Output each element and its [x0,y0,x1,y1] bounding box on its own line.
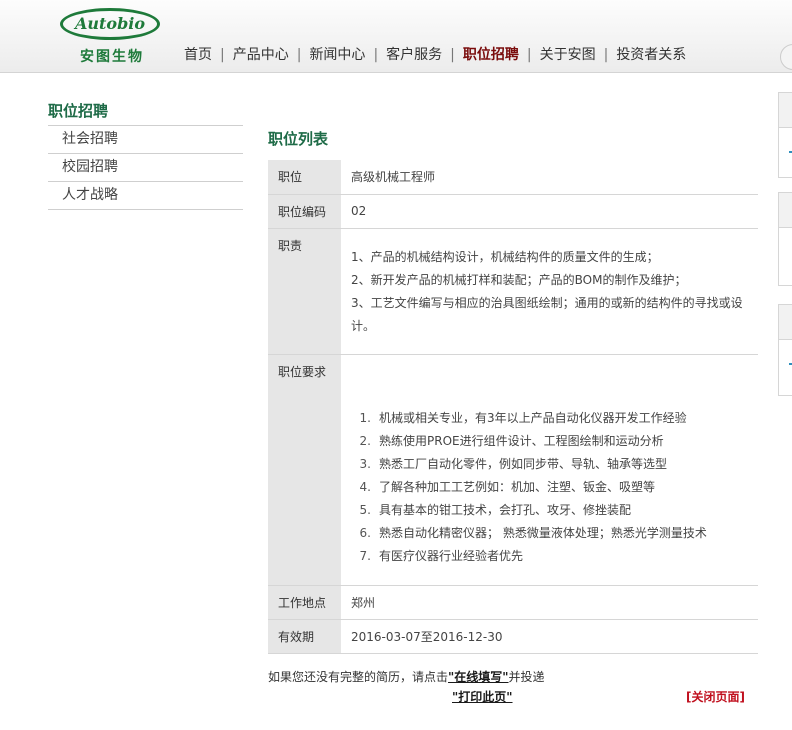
requirements-list: 1. 机械或相关专业，有3年以上产品自动化仪器开发工作经验 2. 熟练使用PROE进… [351,407,758,568]
sidebar-menu: 社会招聘 校园招聘 人才战略 [48,125,243,210]
duties-cell: 1、产品的机械结构设计，机械结构件的质量文件的生成； 2、新开发产品的机械打样和… [341,228,758,355]
resume-suffix: 并投递 [508,670,545,684]
list-item: 7. 有医疗仪器行业经验者优先 [359,548,524,563]
code-value: 02 [341,194,758,229]
validity-value: 2016-03-07至2016-12-30 [341,619,758,654]
list-item: 6. 熟悉自动化精密仪器； 熟悉微量液体处理；熟悉光学测量技术 [359,525,707,540]
nav-careers[interactable]: 职位招聘 [455,44,527,66]
row-label: 职位 [268,160,341,195]
search-icon[interactable] [780,44,792,70]
nav-about[interactable]: 关于安图 [532,44,604,66]
duty-line: 3、工艺文件编写与相应的治具图纸绘制；通用的或新的结构件的寻找或设 [351,295,743,310]
right-panel-box [778,192,792,286]
sidebar-item-strategy[interactable]: 人才战略 [48,182,243,210]
table-row: 职位 高级机械工程师 [268,160,758,195]
nav-products[interactable]: 产品中心 [225,44,297,66]
logo-cn-text: 安图生物 [80,49,144,65]
online-apply-link[interactable]: "在线填写" [448,670,509,684]
close-page-link[interactable]: [关闭页面] [686,688,745,705]
row-label: 职位要求 [268,354,341,586]
table-row: 工作地点 郑州 [268,585,758,620]
print-page-link[interactable]: "打印此页" [452,688,513,705]
right-panel-header [779,193,792,228]
duty-line: 2、新开发产品的机械打样和装配；产品的BOM的制作及维护； [351,272,687,287]
right-panel-header [779,93,792,128]
autobio-logo[interactable]: Autobio [60,8,160,40]
sidebar-title: 职位招聘 [48,102,109,120]
sidebar-item-campus[interactable]: 校园招聘 [48,154,243,182]
row-label: 职位编码 [268,194,341,229]
right-panel-box [778,92,792,178]
location-value: 郑州 [341,585,758,620]
main-nav: 首页 | 产品中心 | 新闻中心 | 客户服务 | 职位招聘 | 关于安图 | … [176,44,694,66]
nav-news[interactable]: 新闻中心 [301,44,373,66]
page-title: 职位列表 [268,130,329,148]
job-detail-table: 职位 高级机械工程师 职位编码 02 职责 1、产品的机械结构设计，机械结构件的… [268,160,758,654]
table-row: 职位编码 02 [268,194,758,229]
row-label: 工作地点 [268,585,341,620]
duty-line: 1、产品的机械结构设计，机械结构件的质量文件的生成； [351,249,659,264]
table-row: 职责 1、产品的机械结构设计，机械结构件的质量文件的生成； 2、新开发产品的机械… [268,228,758,355]
nav-service[interactable]: 客户服务 [378,44,450,66]
list-item: 1. 机械或相关专业，有3年以上产品自动化仪器开发工作经验 [359,410,687,425]
list-item: 4. 了解各种加工工艺例如：机加、注塑、钣金、吸塑等 [359,479,656,494]
site-header: Autobio 安图生物 首页 | 产品中心 | 新闻中心 | 客户服务 | 职… [0,0,792,73]
nav-investors[interactable]: 投资者关系 [608,44,694,66]
table-row: 职位要求 1. 机械或相关专业，有3年以上产品自动化仪器开发工作经验 2. 熟练使用… [268,354,758,586]
position-value: 高级机械工程师 [341,160,758,195]
duty-line: 计。 [351,318,376,333]
right-panel-header [779,305,792,340]
resume-prompt: 如果您还没有完整的简历，请点击"在线填写"并投递 [268,668,545,685]
nav-home[interactable]: 首页 [176,44,220,66]
row-label: 职责 [268,228,341,355]
resume-prefix: 如果您还没有完整的简历，请点击 [268,670,449,684]
row-label: 有效期 [268,619,341,654]
table-row: 有效期 2016-03-07至2016-12-30 [268,619,758,654]
requirements-cell: 1. 机械或相关专业，有3年以上产品自动化仪器开发工作经验 2. 熟练使用PROE进… [341,354,758,586]
right-panel-box [778,304,792,396]
list-item: 3. 熟悉工厂自动化零件，例如同步带、导轨、轴承等选型 [359,456,668,471]
list-item: 5. 具有基本的钳工技术，会打孔、攻牙、修挫装配 [359,502,632,517]
list-item: 2. 熟练使用PROE进行组件设计、工程图绘制和运动分析 [359,433,664,448]
sidebar-item-social[interactable]: 社会招聘 [48,126,243,154]
